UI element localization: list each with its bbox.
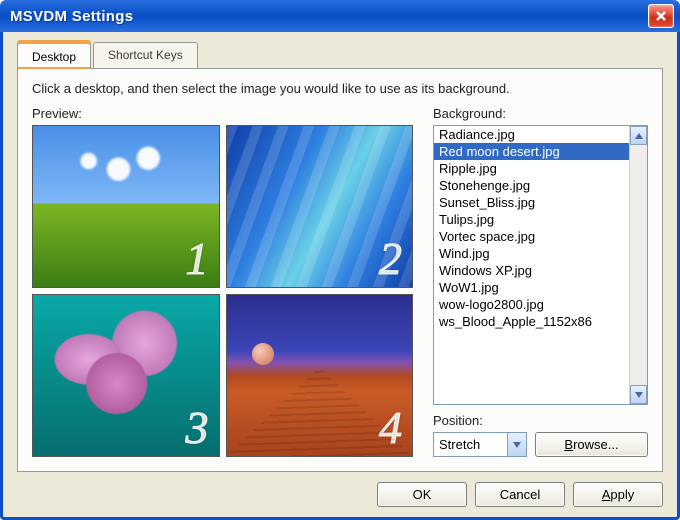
tab-strip: Desktop Shortcut Keys xyxy=(17,42,663,68)
position-row: Position: Stretch Browse... xyxy=(433,413,648,457)
close-button[interactable] xyxy=(648,4,674,28)
list-item[interactable]: Wind.jpg xyxy=(434,245,629,262)
tab-shortcut-keys[interactable]: Shortcut Keys xyxy=(93,42,198,68)
client-area: Desktop Shortcut Keys Click a desktop, a… xyxy=(0,32,680,520)
columns: Preview: 1 2 3 4 xyxy=(32,106,648,457)
combo-button[interactable] xyxy=(507,433,526,456)
list-item[interactable]: Sunset_Bliss.jpg xyxy=(434,194,629,211)
list-item[interactable]: Ripple.jpg xyxy=(434,160,629,177)
close-icon xyxy=(655,10,667,22)
scroll-up-button[interactable] xyxy=(630,126,647,145)
list-item[interactable]: WoW1.jpg xyxy=(434,279,629,296)
position-label: Position: xyxy=(433,413,527,428)
settings-window: MSVDM Settings Desktop Shortcut Keys Cli… xyxy=(0,0,680,520)
thumb-number: 4 xyxy=(379,401,402,454)
preview-grid: 1 2 3 4 xyxy=(32,125,413,457)
thumb-number: 1 xyxy=(186,232,209,285)
tab-desktop[interactable]: Desktop xyxy=(17,43,91,69)
list-item[interactable]: wow-logo2800.jpg xyxy=(434,296,629,313)
desktop-thumb-4[interactable]: 4 xyxy=(226,294,414,457)
list-item[interactable]: Red moon desert.jpg xyxy=(434,143,629,160)
thumb-number: 2 xyxy=(379,232,402,285)
background-label: Background: xyxy=(433,106,648,121)
preview-label: Preview: xyxy=(32,106,413,121)
list-item[interactable]: Radiance.jpg xyxy=(434,126,629,143)
list-item[interactable]: ws_Blood_Apple_1152x86 xyxy=(434,313,629,330)
apply-label: Apply xyxy=(602,487,635,502)
background-listbox[interactable]: Radiance.jpgRed moon desert.jpgRipple.jp… xyxy=(433,125,648,405)
scroll-track[interactable] xyxy=(630,145,647,385)
list-item[interactable]: Stonehenge.jpg xyxy=(434,177,629,194)
ok-button[interactable]: OK xyxy=(377,482,467,507)
tab-panel-desktop: Click a desktop, and then select the ima… xyxy=(17,68,663,472)
desktop-thumb-2[interactable]: 2 xyxy=(226,125,414,288)
scrollbar[interactable] xyxy=(629,126,647,404)
window-title: MSVDM Settings xyxy=(10,8,648,25)
desktop-thumb-1[interactable]: 1 xyxy=(32,125,220,288)
dialog-button-row: OK Cancel Apply xyxy=(17,482,663,507)
instruction-text: Click a desktop, and then select the ima… xyxy=(32,81,648,96)
chevron-up-icon xyxy=(635,133,643,139)
title-bar: MSVDM Settings xyxy=(0,0,680,32)
desktop-thumb-3[interactable]: 3 xyxy=(32,294,220,457)
preview-column: Preview: 1 2 3 4 xyxy=(32,106,413,457)
chevron-down-icon xyxy=(513,442,521,448)
browse-label: Browse... xyxy=(564,437,618,452)
chevron-down-icon xyxy=(635,392,643,398)
position-combobox[interactable]: Stretch xyxy=(433,432,527,457)
background-list-items: Radiance.jpgRed moon desert.jpgRipple.jp… xyxy=(434,126,629,404)
cancel-button[interactable]: Cancel xyxy=(475,482,565,507)
browse-button[interactable]: Browse... xyxy=(535,432,648,457)
background-column: Background: Radiance.jpgRed moon desert.… xyxy=(433,106,648,457)
apply-button[interactable]: Apply xyxy=(573,482,663,507)
list-item[interactable]: Vortec space.jpg xyxy=(434,228,629,245)
position-value: Stretch xyxy=(434,437,507,452)
list-item[interactable]: Windows XP.jpg xyxy=(434,262,629,279)
scroll-down-button[interactable] xyxy=(630,385,647,404)
position-col: Position: Stretch xyxy=(433,413,527,457)
thumb-number: 3 xyxy=(186,401,209,454)
list-item[interactable]: Tulips.jpg xyxy=(434,211,629,228)
